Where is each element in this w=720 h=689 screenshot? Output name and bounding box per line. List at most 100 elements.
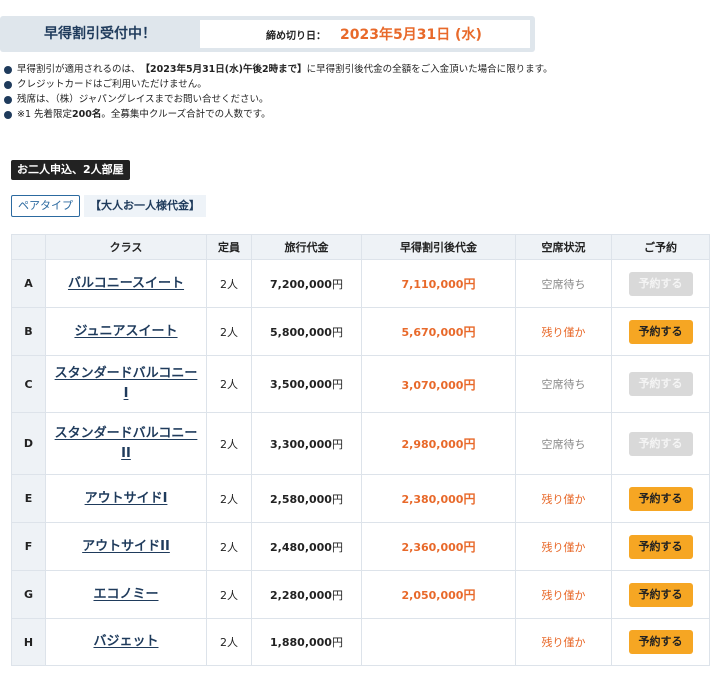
class-name-link[interactable]: バルコニースイート <box>68 276 184 291</box>
class-cell: アウトサイドII <box>45 522 207 571</box>
tour-price-unit: 円 <box>331 540 343 554</box>
early-price-unit: 円 <box>463 277 476 291</box>
early-price <box>361 618 516 666</box>
header-availability: 空席状況 <box>515 234 612 260</box>
class-name: バルコニースイート <box>67 275 185 291</box>
tour-price-value: 2,480,000 <box>270 540 332 554</box>
early-price: 3,070,000円 <box>361 355 516 413</box>
reserve-button[interactable]: 予約する <box>628 486 693 511</box>
early-price-value: 2,360,000 <box>401 541 464 554</box>
early-price-value: 2,380,000 <box>401 493 464 506</box>
class-name-link[interactable]: スタンダードバルコニー I <box>55 366 198 401</box>
tour-price: 5,800,000円 <box>251 307 362 356</box>
table-header-row: クラス 定員 旅行代金 早得割引後代金 空席状況 ご予約 <box>11 234 710 260</box>
class-code: H <box>11 618 46 666</box>
note-text: 残席は、（株）ジャパングレイスまでお問い合せください。 <box>17 94 269 105</box>
deadline-date: 2023年5月31日 (水) <box>340 27 482 43</box>
early-discount-banner: 早得割引受付中！ 締め切り日： 2023年5月31日 (水) <box>0 16 535 52</box>
early-price-unit: 円 <box>463 540 476 554</box>
reserve-button[interactable]: 予約する <box>628 319 693 344</box>
tour-price-unit: 円 <box>331 636 343 649</box>
note-item: ※1 先着限定 200名 。全募集中クルーズ合計での人数です。 <box>4 107 714 122</box>
class-name-link[interactable]: アウトサイドII <box>82 539 170 554</box>
table-row: D スタンダードバルコニー II 2人 3,300,000円 2,980,000円 空席待ち… <box>11 412 710 475</box>
class-name-suffix: II <box>121 445 131 461</box>
class-name-link[interactable]: スタンダードバルコニー II <box>55 426 198 461</box>
class-cell: ジュニアスイート <box>45 307 207 356</box>
availability-status: 空席待ち <box>515 259 612 308</box>
reserve-button: 予約する <box>628 271 693 296</box>
class-name-link[interactable]: アウトサイドI <box>85 491 168 506</box>
class-name-link[interactable]: ジュニアスイート <box>74 324 177 339</box>
bullet-icon <box>4 95 12 104</box>
price-table: クラス 定員 旅行代金 早得割引後代金 空席状況 ご予約 A バルコニースイート 2… <box>11 234 710 666</box>
tour-price-value: 3,300,000 <box>270 437 332 451</box>
header-tour-price: 旅行代金 <box>251 234 362 260</box>
class-code: F <box>11 522 46 571</box>
reservation-cell: 予約する <box>611 570 710 619</box>
tab-pair-type[interactable]: ペアタイプ <box>11 195 80 217</box>
early-price-value: 2,050,000 <box>401 589 464 602</box>
class-name: スタンダードバルコニー <box>54 366 198 381</box>
deadline-box: 締め切り日： 2023年5月31日 (水) <box>200 20 530 48</box>
class-code: C <box>11 355 46 413</box>
header-reservation: ご予約 <box>611 234 710 260</box>
tour-price-value: 1,880,000 <box>270 636 332 649</box>
reservation-cell: 予約する <box>611 474 710 523</box>
bullet-icon <box>4 65 12 74</box>
early-price: 2,360,000円 <box>361 522 516 571</box>
bullet-icon <box>4 80 12 89</box>
tour-price-value: 5,800,000 <box>270 325 332 339</box>
class-code: D <box>11 412 46 475</box>
reserve-button[interactable]: 予約する <box>628 582 693 607</box>
tour-price: 7,200,000円 <box>251 259 362 308</box>
reserve-button: 予約する <box>628 372 693 396</box>
early-price-value: 3,070,000 <box>401 378 464 392</box>
tour-price-unit: 円 <box>331 437 343 451</box>
class-cell: バジェット <box>45 618 207 666</box>
note-text: に早得割引後代金の全額をご入金頂いた場合に限ります。 <box>306 64 553 75</box>
capacity: 2人 <box>206 570 252 619</box>
reserve-button: 予約する <box>628 431 693 456</box>
header-early-price: 早得割引後代金 <box>361 234 516 260</box>
tour-price-unit: 円 <box>331 277 343 291</box>
availability-status: 残り僅か <box>515 522 612 571</box>
table-row: B ジュニアスイート 2人 5,800,000円 5,670,000円 残り僅か 予約する <box>11 307 710 356</box>
reservation-cell: 予約する <box>611 259 710 308</box>
header-code <box>11 234 46 260</box>
availability-status: 残り僅か <box>515 474 612 523</box>
availability-status: 残り僅か <box>515 307 612 356</box>
tour-price: 2,480,000円 <box>251 522 362 571</box>
availability-status: 空席待ち <box>515 412 612 475</box>
early-price-unit: 円 <box>463 588 476 602</box>
tour-price: 3,500,000円 <box>251 355 362 413</box>
class-name-link[interactable]: バジェット <box>93 634 158 649</box>
class-name: アウトサイドII <box>82 538 170 554</box>
note-text: 早得割引が適用されるのは、 <box>17 64 141 75</box>
price-basis-label: 【大人お一人様代金】 <box>84 195 206 217</box>
table-row: E アウトサイドI 2人 2,580,000円 2,380,000円 残り僅か 予約する <box>11 474 710 523</box>
table-row: C スタンダードバルコニー I 2人 3,500,000円 3,070,000円 空席待ち予… <box>11 355 710 413</box>
early-price: 5,670,000円 <box>361 307 516 356</box>
note-text: ※1 先着限定 <box>17 109 73 120</box>
room-type-badge: お二人申込、2人部屋 <box>11 160 130 180</box>
capacity: 2人 <box>206 474 252 523</box>
tour-price-value: 2,580,000 <box>270 492 332 506</box>
class-name-link[interactable]: エコノミー <box>93 587 158 602</box>
early-price: 2,980,000円 <box>361 412 516 475</box>
reserve-button[interactable]: 予約する <box>628 534 693 559</box>
tour-price-unit: 円 <box>331 378 343 391</box>
class-name-suffix: I <box>123 386 129 401</box>
reserve-button[interactable]: 予約する <box>628 630 693 654</box>
class-name: エコノミー <box>93 586 159 602</box>
note-item: 早得割引が適用されるのは、 【2023年5月31日(水)午後2時まで】 に早得割引後… <box>4 62 714 77</box>
capacity: 2人 <box>206 522 252 571</box>
class-cell: エコノミー <box>45 570 207 619</box>
tour-price-value: 3,500,000 <box>270 378 332 391</box>
capacity: 2人 <box>206 259 252 308</box>
capacity: 2人 <box>206 355 252 413</box>
availability-status: 残り僅か <box>515 570 612 619</box>
header-class: クラス <box>45 234 207 260</box>
note-item: クレジットカードはご利用いただけません。 <box>4 77 714 92</box>
note-item: 残席は、（株）ジャパングレイスまでお問い合せください。 <box>4 92 714 107</box>
